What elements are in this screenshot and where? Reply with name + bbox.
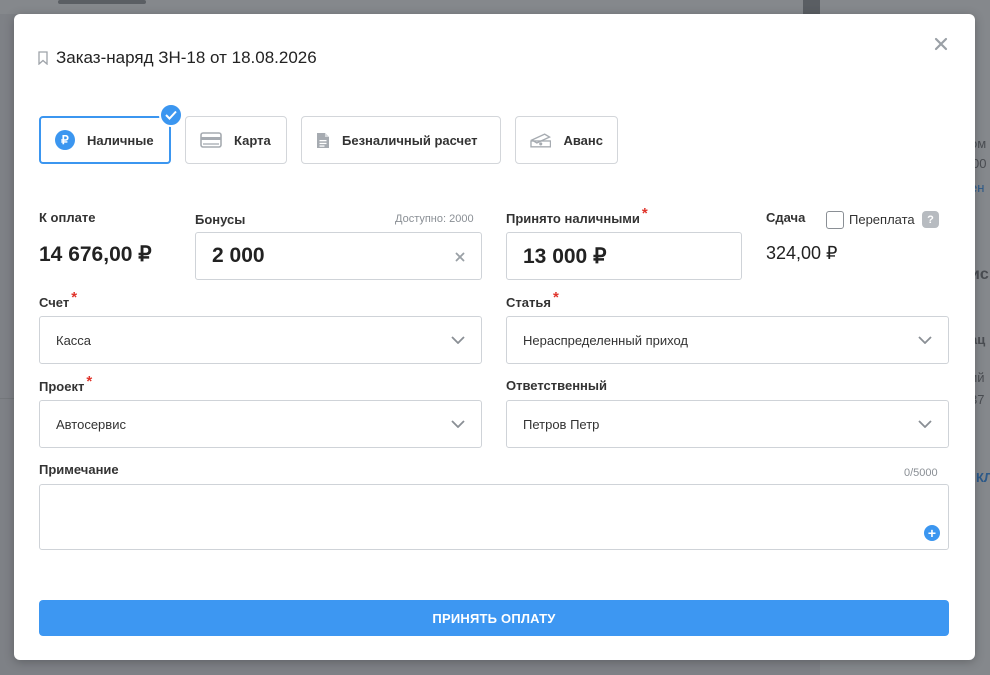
account-label-text: Счет	[39, 295, 70, 310]
payment-method-label: Безналичный расчет	[342, 132, 478, 148]
account-select[interactable]: Касса	[39, 316, 482, 364]
document-icon	[317, 132, 329, 148]
overpayment-label: Переплата	[849, 212, 915, 227]
account-value: Касса	[56, 332, 92, 348]
responsible-select[interactable]: Петров Петр	[506, 400, 949, 448]
article-label-text: Статья	[506, 295, 551, 310]
bonuses-available: Доступно: 2000	[395, 213, 474, 225]
responsible-value: Петров Петр	[523, 416, 600, 432]
cash-received-label-text: Принято наличными	[506, 211, 640, 226]
chevron-down-icon	[451, 420, 465, 428]
cash-received-value: 13 000 ₽	[523, 244, 607, 268]
add-icon[interactable]: +	[924, 525, 940, 541]
cash-received-label: Принято наличными *	[506, 205, 648, 227]
payment-modal: Заказ-наряд ЗН-18 от 18.08.2026 ₽ Наличн…	[14, 14, 975, 660]
note-counter: 0/5000	[904, 467, 938, 479]
selected-check-icon	[159, 103, 183, 127]
responsible-label: Ответственный	[506, 378, 607, 393]
payment-method-label: Карта	[234, 132, 271, 148]
accept-payment-button[interactable]: ПРИНЯТЬ ОПЛАТУ	[39, 600, 949, 636]
bonuses-label: Бонусы	[195, 212, 246, 227]
payment-method-label: Аванс	[563, 132, 603, 148]
change-label: Сдача	[766, 210, 806, 225]
bookmark-icon[interactable]	[38, 51, 48, 65]
chevron-down-icon	[918, 336, 932, 344]
required-mark: *	[71, 289, 78, 306]
chevron-down-icon	[451, 336, 465, 344]
cash-received-input[interactable]: 13 000 ₽	[506, 232, 742, 280]
change-amount: 324,00 ₽	[766, 243, 838, 263]
payment-method-label: Наличные	[87, 132, 154, 148]
chevron-down-icon	[918, 420, 932, 428]
project-value: Автосервис	[56, 416, 126, 432]
ruble-icon: ₽	[55, 130, 75, 150]
payment-method-cash[interactable]: ₽ Наличные	[39, 116, 171, 164]
modal-title: Заказ-наряд ЗН-18 от 18.08.2026	[56, 48, 317, 67]
overpayment-checkbox[interactable]	[826, 211, 844, 229]
to-pay-label: К оплате	[39, 210, 96, 225]
payment-method-card[interactable]: Карта	[185, 116, 287, 164]
required-mark: *	[641, 205, 648, 222]
close-icon[interactable]	[933, 36, 949, 52]
modal-header: Заказ-наряд ЗН-18 от 18.08.2026	[38, 48, 317, 68]
payment-method-advance[interactable]: Аванс	[515, 116, 618, 164]
required-mark: *	[86, 373, 93, 390]
article-value: Нераспределенный приход	[523, 332, 688, 348]
account-label: Счет *	[39, 289, 77, 311]
project-select[interactable]: Автосервис	[39, 400, 482, 448]
article-select[interactable]: Нераспределенный приход	[506, 316, 949, 364]
note-label: Примечание	[39, 462, 119, 477]
cash-icon	[530, 133, 552, 148]
to-pay-amount: 14 676,00 ₽	[39, 243, 152, 266]
help-icon[interactable]: ?	[922, 211, 939, 228]
required-mark: *	[552, 289, 559, 306]
background-fragment: КЛ	[976, 470, 990, 485]
article-label: Статья *	[506, 289, 559, 311]
note-textarea[interactable]: +	[39, 484, 949, 550]
bonuses-input[interactable]: 2 000	[195, 232, 482, 280]
bonuses-value: 2 000	[212, 244, 265, 267]
payment-method-bank-transfer[interactable]: Безналичный расчет	[301, 116, 501, 164]
project-label: Проект *	[39, 373, 92, 395]
project-label-text: Проект	[39, 379, 85, 394]
clear-icon[interactable]	[455, 252, 465, 262]
credit-card-icon	[200, 132, 222, 148]
